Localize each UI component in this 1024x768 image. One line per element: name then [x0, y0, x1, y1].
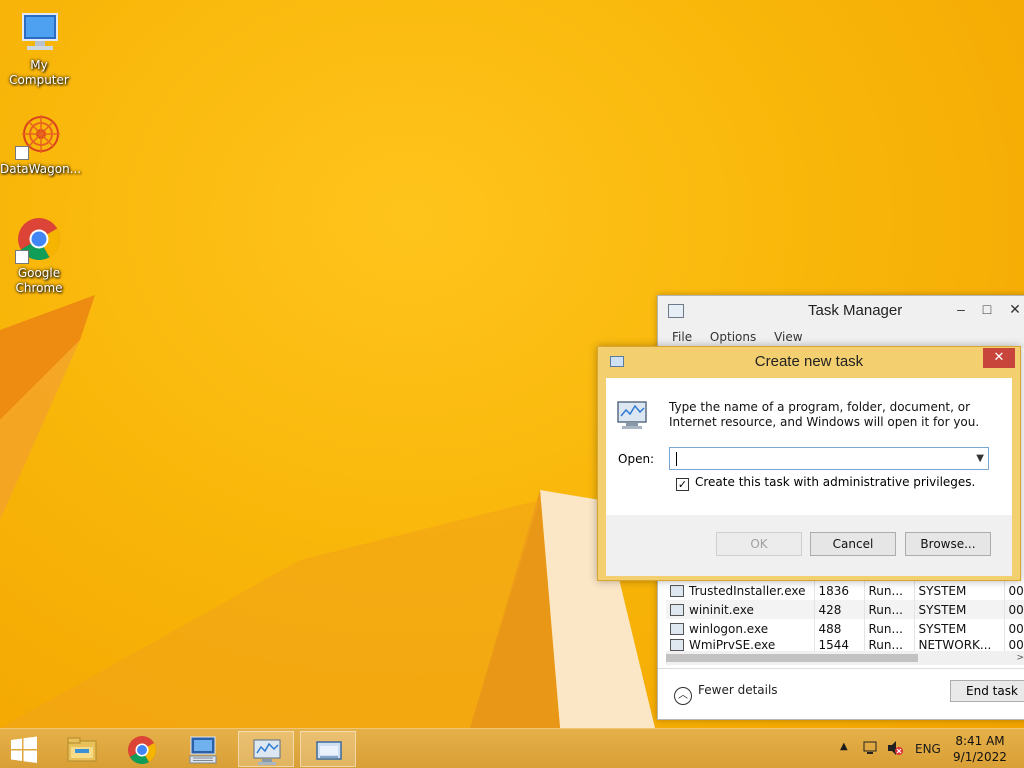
process-name: WmiPrvSE.exe — [689, 638, 776, 652]
process-cpu: 00 — [1004, 600, 1024, 619]
process-name: TrustedInstaller.exe — [689, 583, 806, 598]
shortcut-arrow-icon — [15, 250, 29, 264]
process-icon — [670, 584, 684, 597]
chrome-icon — [15, 216, 63, 264]
desktop-icon-label: Google Chrome — [15, 266, 63, 295]
task-manager-icon — [668, 304, 684, 318]
process-pid: 1836 — [814, 581, 865, 600]
process-table: TrustedInstaller.exe 1836 Run... SYSTEM … — [666, 581, 1024, 652]
process-name: wininit.exe — [689, 602, 754, 617]
file-explorer-icon — [67, 737, 97, 762]
menu-options[interactable]: Options — [710, 330, 756, 344]
datawagon-icon — [15, 112, 63, 160]
browse-button[interactable]: Browse... — [905, 532, 991, 556]
process-name: winlogon.exe — [689, 621, 769, 636]
rdp-icon — [189, 736, 217, 764]
table-row[interactable]: winlogon.exe 488 Run... SYSTEM 00 — [666, 619, 1024, 638]
taskbar-remote-desktop[interactable] — [176, 731, 232, 767]
taskbar-chrome[interactable] — [114, 731, 170, 767]
text-caret — [676, 452, 677, 466]
desktop-icon-label: DataWagon... — [0, 162, 82, 176]
maximize-button[interactable]: □ — [974, 298, 1000, 320]
start-icon — [11, 736, 37, 763]
taskbar: ▲ ENG 8:41 AM 9/1/2022 — [0, 728, 1024, 768]
process-user: NETWORK... — [914, 638, 1005, 652]
checkbox-check-icon[interactable]: ✓ — [676, 478, 689, 491]
task-manager-titlebar[interactable]: Task Manager – □ ✕ — [658, 296, 1024, 326]
taskbar-task-manager[interactable] — [238, 731, 294, 767]
dialog-title: Create new task — [754, 353, 864, 370]
language-indicator[interactable]: ENG — [915, 742, 941, 768]
task-manager-footer: ︿ Fewer details End task — [658, 668, 1024, 718]
task-manager-icon — [253, 739, 281, 765]
task-manager-title: Task Manager — [808, 302, 903, 319]
show-hidden-icons-button[interactable]: ▲ — [840, 741, 848, 768]
horizontal-scrollbar[interactable]: > — [666, 651, 1024, 665]
process-user: SYSTEM — [914, 581, 1005, 600]
chevron-down-icon[interactable]: ▼ — [976, 448, 984, 469]
fewer-details-link[interactable]: ︿ Fewer details — [674, 683, 778, 705]
admin-checkbox-label: Create this task with administrative pri… — [695, 475, 976, 489]
fewer-details-label: Fewer details — [698, 683, 778, 697]
process-user: SYSTEM — [914, 600, 1005, 619]
process-cpu: 00 — [1004, 638, 1024, 652]
process-status: Run... — [864, 638, 915, 652]
task-manager-icon — [616, 398, 650, 432]
menu-view[interactable]: View — [774, 330, 802, 344]
dialog-close-button[interactable]: ✕ — [983, 348, 1015, 368]
process-cpu: 00 — [1004, 581, 1024, 600]
clock[interactable]: 8:41 AM 9/1/2022 — [950, 733, 1010, 765]
process-icon — [670, 639, 684, 651]
dialog-body: Type the name of a program, folder, docu… — [606, 378, 1012, 515]
chevron-up-icon: ︿ — [674, 687, 692, 705]
process-user: SYSTEM — [914, 619, 1005, 638]
dialog-description: Type the name of a program, folder, docu… — [669, 400, 980, 429]
process-pid: 428 — [814, 600, 865, 619]
process-status: Run... — [864, 581, 915, 600]
scrollbar-thumb[interactable] — [666, 654, 918, 662]
table-row[interactable]: TrustedInstaller.exe 1836 Run... SYSTEM … — [666, 581, 1024, 600]
process-cpu: 00 — [1004, 619, 1024, 638]
create-new-task-dialog: Create new task ✕ Type the name of a pro… — [597, 346, 1021, 581]
desktop-icon-datawagon[interactable]: DataWagon... — [0, 112, 82, 177]
process-icon — [670, 603, 684, 616]
scroll-right-arrow-icon[interactable]: > — [1016, 651, 1024, 665]
run-dialog-icon — [316, 741, 342, 760]
process-pid: 488 — [814, 619, 865, 638]
ok-button[interactable]: OK — [716, 532, 802, 556]
task-manager-menubar: File Options View — [658, 326, 1024, 348]
network-icon[interactable] — [862, 740, 878, 768]
clock-time: 8:41 AM — [955, 734, 1005, 748]
admin-privileges-checkbox[interactable]: ✓ Create this task with administrative pr… — [676, 475, 975, 491]
process-status: Run... — [864, 619, 915, 638]
clock-date: 9/1/2022 — [953, 750, 1007, 764]
dialog-button-bar: OK Cancel Browse... — [606, 515, 1012, 576]
start-button[interactable] — [0, 731, 48, 767]
taskbar-create-new-task[interactable] — [300, 731, 356, 767]
open-label: Open: — [618, 452, 655, 466]
volume-muted-icon[interactable] — [886, 740, 904, 768]
process-status: Run... — [864, 600, 915, 619]
desktop-icon-my-computer[interactable]: My Computer — [0, 8, 78, 88]
shortcut-arrow-icon — [15, 146, 29, 160]
minimize-button[interactable]: – — [948, 298, 974, 320]
open-combobox[interactable]: ▼ — [669, 447, 989, 470]
process-icon — [670, 622, 684, 635]
end-task-button[interactable]: End task — [950, 680, 1024, 702]
table-row[interactable]: wininit.exe 428 Run... SYSTEM 00 — [666, 600, 1024, 619]
cancel-button[interactable]: Cancel — [810, 532, 896, 556]
computer-icon — [15, 8, 63, 56]
process-pid: 1544 — [814, 638, 865, 652]
taskbar-file-explorer[interactable] — [54, 731, 110, 767]
table-row[interactable]: WmiPrvSE.exe 1544 Run... NETWORK... 00 — [666, 638, 1024, 652]
chrome-icon — [128, 736, 156, 764]
close-button[interactable]: ✕ — [1002, 298, 1024, 320]
desktop-icon-label: My Computer — [9, 58, 69, 87]
menu-file[interactable]: File — [672, 330, 692, 344]
desktop-icon-google-chrome[interactable]: Google Chrome — [0, 216, 78, 296]
